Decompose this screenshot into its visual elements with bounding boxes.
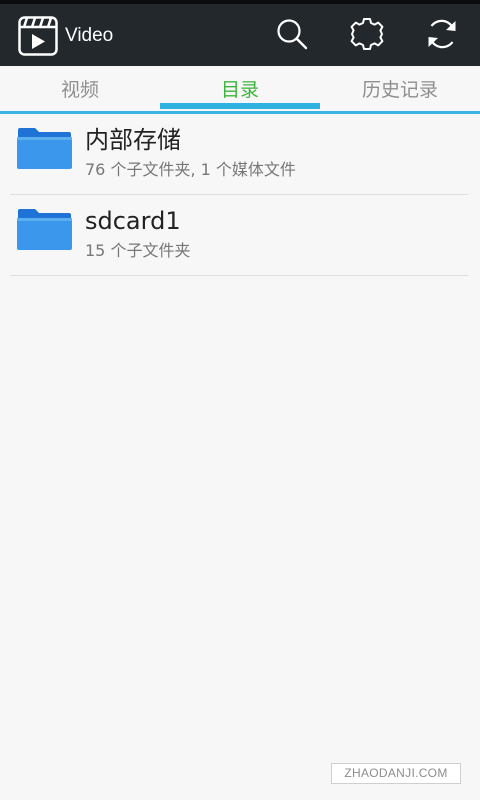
- tab-history[interactable]: 历史记录: [320, 66, 480, 114]
- gear-icon: [350, 18, 384, 50]
- search-icon: [277, 19, 308, 50]
- folder-name: sdcard1: [85, 207, 181, 235]
- folder-details: 76 个子文件夹, 1 个媒体文件: [85, 160, 296, 179]
- folder-icon: [16, 207, 73, 252]
- watermark: ZHAODANJI.COM: [331, 763, 461, 784]
- folder-list: 内部存储 76 个子文件夹, 1 个媒体文件 sdcard1 15 个子文件夹: [0, 114, 480, 276]
- folder-details: 15 个子文件夹: [85, 241, 191, 260]
- app-title: Video: [65, 25, 114, 46]
- tab-videos[interactable]: 视频: [0, 66, 160, 114]
- settings-button[interactable]: [350, 17, 384, 51]
- search-button[interactable]: [275, 17, 309, 51]
- folder-name: 内部存储: [85, 126, 181, 154]
- list-item-internal-storage[interactable]: 内部存储 76 个子文件夹, 1 个媒体文件: [0, 114, 480, 195]
- clapperboard-play-icon: [18, 16, 58, 56]
- refresh-icon: [428, 19, 456, 49]
- list-item-sdcard1[interactable]: sdcard1 15 个子文件夹: [0, 195, 480, 276]
- divider: [10, 275, 468, 276]
- refresh-button[interactable]: [425, 17, 459, 51]
- active-tab-indicator: [160, 103, 320, 109]
- folder-icon: [16, 126, 73, 171]
- app-bar: Video: [0, 0, 480, 66]
